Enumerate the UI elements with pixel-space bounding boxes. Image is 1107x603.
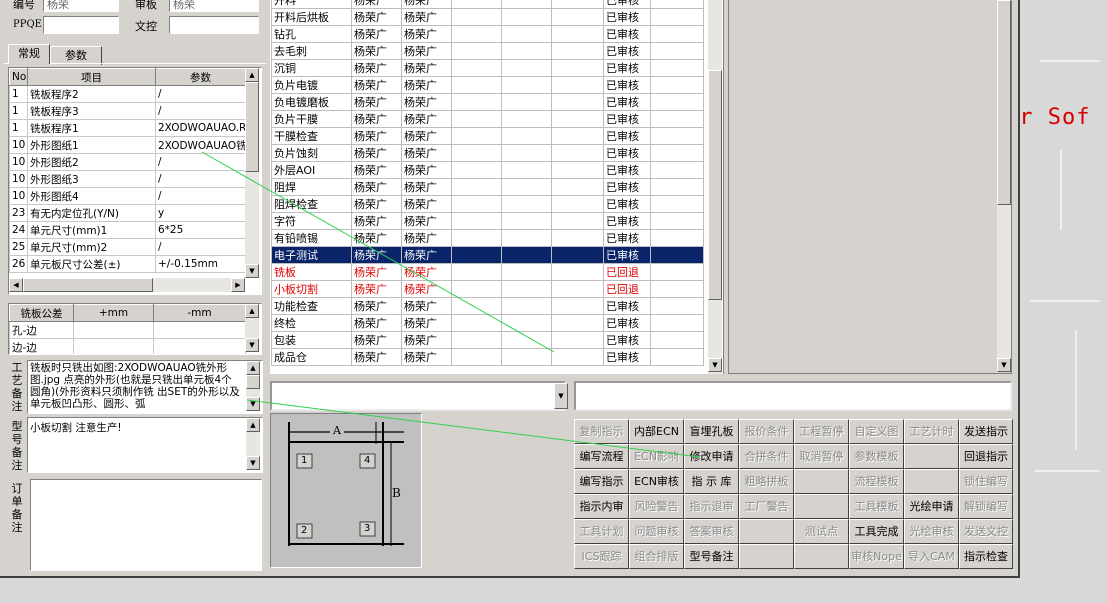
tab-general[interactable]: 常规	[8, 44, 50, 64]
annotation-lines	[201, 151, 701, 458]
